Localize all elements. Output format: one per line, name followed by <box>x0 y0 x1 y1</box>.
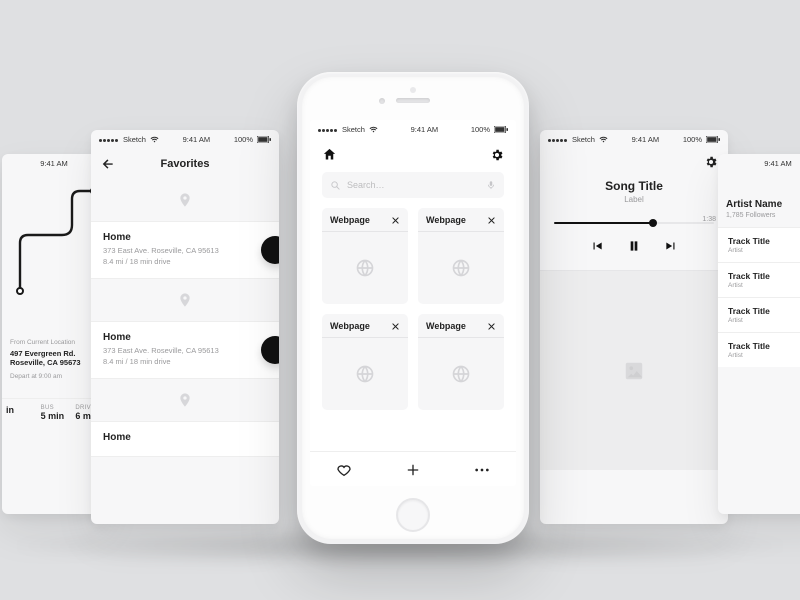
tab-card[interactable]: Webpage <box>322 314 408 410</box>
add-button[interactable] <box>405 462 421 478</box>
status-carrier: Sketch <box>342 125 365 134</box>
status-time: 9:41 AM <box>183 135 211 144</box>
status-battery: 100% <box>234 135 253 144</box>
status-carrier: Sketch <box>123 135 146 144</box>
pin-icon <box>177 192 193 208</box>
status-bar: 9:41 AM <box>718 154 800 173</box>
favorite-address: 373 East Ave. Roseville, CA 95613 <box>103 246 267 255</box>
back-icon[interactable] <box>101 157 115 171</box>
track-artist: Artist <box>728 317 800 324</box>
favorite-item[interactable]: Home 373 East Ave. Roseville, CA 95613 8… <box>91 321 279 379</box>
transport-tab[interactable]: in <box>2 399 37 427</box>
status-bar: Sketch 9:41 AM 100% <box>91 130 279 149</box>
battery-icon <box>257 136 271 143</box>
artist-screen: 9:41 AM Artist Name 1,785 Followers Trac… <box>718 154 800 514</box>
track-artist: Artist <box>728 247 800 254</box>
globe-icon <box>451 258 471 278</box>
mic-icon[interactable] <box>486 179 496 191</box>
depart-time: Depart at 9:00 am <box>10 373 98 380</box>
tab-card[interactable]: Webpage <box>418 314 504 410</box>
track-title: Track Title <box>728 306 800 316</box>
track-title: Track Title <box>728 236 800 246</box>
player-screen: Sketch 9:41 AM 100% Song Title Label 1:3… <box>540 130 728 524</box>
wifi-icon <box>369 126 378 133</box>
tab-label: Webpage <box>330 215 370 225</box>
pin-icon <box>177 392 193 408</box>
artist-name: Artist Name <box>726 199 800 210</box>
track-row[interactable]: Track TitleArtist <box>718 262 800 297</box>
favorite-item[interactable]: Home 373 East Ave. Roseville, CA 95613 8… <box>91 221 279 279</box>
album-artwork <box>540 270 728 470</box>
status-time: 9:41 AM <box>632 135 660 144</box>
gear-icon[interactable] <box>490 148 504 162</box>
status-battery: 100% <box>471 125 490 134</box>
favorite-name: Home <box>103 232 267 243</box>
favorite-name: Home <box>103 432 267 443</box>
status-bar: Sketch 9:41 AM 100% <box>310 120 516 139</box>
heart-icon[interactable] <box>336 462 352 478</box>
gear-icon[interactable] <box>704 155 718 169</box>
track-title: Track Title <box>728 271 800 281</box>
tab-label: Webpage <box>426 215 466 225</box>
track-row[interactable]: Track TitleArtist <box>718 227 800 262</box>
pause-button[interactable] <box>626 238 642 254</box>
battery-icon <box>706 136 720 143</box>
wifi-icon <box>150 136 159 143</box>
favorite-item[interactable]: Home <box>91 421 279 457</box>
browser-screen: Sketch 9:41 AM 100% Search… Webpage <box>310 120 516 486</box>
progress-bar[interactable]: 1:38 <box>554 218 714 228</box>
previous-button[interactable] <box>590 239 604 253</box>
home-icon[interactable] <box>322 147 337 162</box>
tab-label: Webpage <box>426 321 466 331</box>
tab-label: Webpage <box>330 321 370 331</box>
bottom-toolbar <box>310 451 516 486</box>
elapsed-time: 1:38 <box>702 216 716 223</box>
track-title: Track Title <box>728 341 800 351</box>
status-time: 9:41 AM <box>40 159 68 168</box>
globe-icon <box>355 364 375 384</box>
close-icon[interactable] <box>391 322 400 331</box>
image-icon <box>623 360 645 382</box>
status-time: 9:41 AM <box>411 125 439 134</box>
favorite-address: 373 East Ave. Roseville, CA 95613 <box>103 346 267 355</box>
more-icon[interactable] <box>474 468 490 472</box>
globe-icon <box>451 364 471 384</box>
search-icon <box>330 180 341 191</box>
globe-icon <box>355 258 375 278</box>
track-artist: Artist <box>728 282 800 289</box>
pin-icon <box>177 292 193 308</box>
transport-tab[interactable]: BUS5 min <box>37 399 72 427</box>
destination-address: 497 Evergreen Rd. Roseville, CA 95673 <box>10 349 98 367</box>
tab-card[interactable]: Webpage <box>418 208 504 304</box>
close-icon[interactable] <box>487 322 496 331</box>
favorite-meta: 8.4 mi / 18 min drive <box>103 257 267 266</box>
next-button[interactable] <box>664 239 678 253</box>
search-placeholder: Search… <box>347 180 385 190</box>
song-label: Label <box>540 195 728 204</box>
tab-card[interactable]: Webpage <box>322 208 408 304</box>
status-time: 9:41 AM <box>764 159 792 168</box>
favorite-meta: 8.4 mi / 18 min drive <box>103 357 267 366</box>
search-input[interactable]: Search… <box>322 172 504 198</box>
phone-mockup: Sketch 9:41 AM 100% Search… Webpage <box>297 72 529 544</box>
close-icon[interactable] <box>391 216 400 225</box>
favorite-name: Home <box>103 332 267 343</box>
status-bar: Sketch 9:41 AM 100% <box>540 130 728 149</box>
artist-followers: 1,785 Followers <box>726 212 800 219</box>
track-artist: Artist <box>728 352 800 359</box>
track-row[interactable]: Track TitleArtist <box>718 297 800 332</box>
favorites-screen: Sketch 9:41 AM 100% Favorites Home 373 E… <box>91 130 279 524</box>
battery-icon <box>494 126 508 133</box>
track-row[interactable]: Track TitleArtist <box>718 332 800 367</box>
song-title: Song Title <box>540 179 728 193</box>
home-button[interactable] <box>396 498 430 532</box>
wifi-icon <box>599 136 608 143</box>
from-label: From Current Location <box>10 339 98 346</box>
close-icon[interactable] <box>487 216 496 225</box>
favorites-title: Favorites <box>161 158 210 170</box>
